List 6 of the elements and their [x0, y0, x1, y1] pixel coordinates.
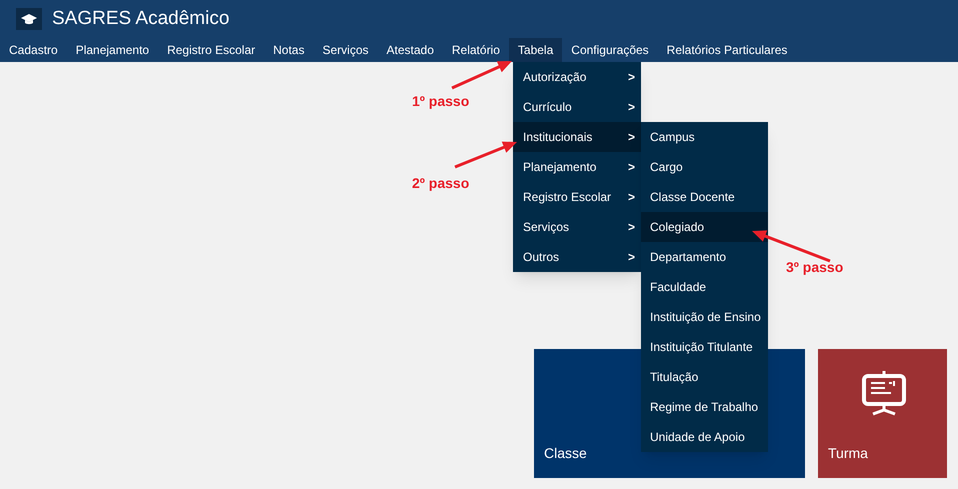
tile-label: Turma	[828, 444, 868, 463]
tile-label: Classe	[544, 444, 587, 463]
app-title: SAGRES Acadêmico	[52, 6, 230, 31]
step-label: 2º passo	[412, 174, 470, 193]
step-label: 1º passo	[412, 92, 470, 111]
step-label: 3º passo	[786, 258, 844, 277]
